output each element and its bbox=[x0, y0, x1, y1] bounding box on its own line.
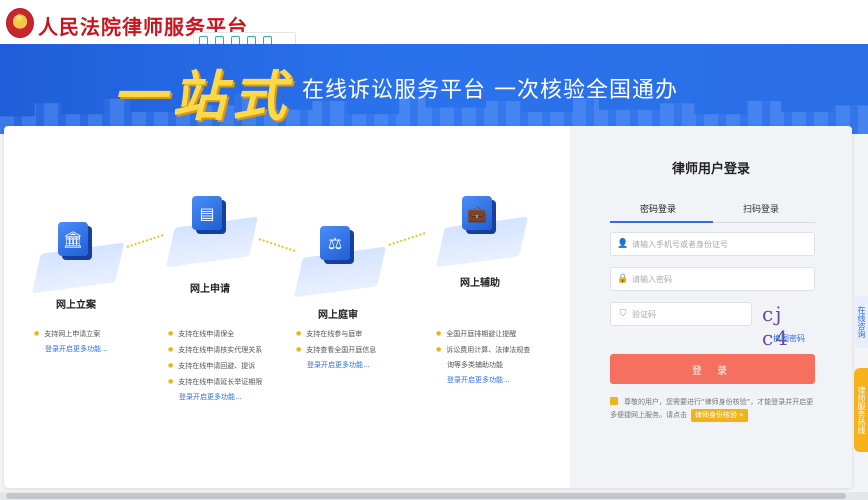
main-card: 🏛 网上立案 支持网上申请立案 登录开启更多功能... ▤ 网上申请 支持在线申… bbox=[4, 126, 852, 488]
phone-id-placeholder: 请输入手机号或者身份证号 bbox=[632, 239, 728, 249]
more-link[interactable]: 登录开启更多功能... bbox=[34, 342, 108, 357]
verify-identity-button[interactable]: 律师身份核验 » bbox=[691, 409, 748, 422]
feature-title-trial[interactable]: 网上庭审 bbox=[318, 306, 358, 321]
feature-list-filing: 支持网上申请立案 登录开启更多功能... bbox=[34, 326, 108, 357]
feature-list-assist: 全国开庭排期避让提醒 诉讼费用计算、法律法规查 询等多类辅助功能 登录开启更多功… bbox=[436, 326, 530, 388]
login-tabs: 密码登录 扫码登录 bbox=[610, 202, 815, 223]
document-icon: ▤ bbox=[192, 196, 222, 230]
agree-checkbox[interactable] bbox=[610, 397, 618, 405]
list-item: 诉讼费用计算、法律法规查 bbox=[436, 342, 530, 358]
more-link[interactable]: 登录开启更多功能... bbox=[296, 358, 376, 373]
login-title: 律师用户登录 bbox=[671, 162, 750, 177]
bank-icon: 🏛 bbox=[58, 222, 88, 256]
online-consult-float[interactable]: 在线咨询 bbox=[854, 296, 868, 348]
horizontal-scrollbar[interactable] bbox=[0, 492, 868, 500]
tab-password-login[interactable]: 密码登录 bbox=[640, 202, 676, 215]
active-tab-indicator bbox=[610, 221, 713, 223]
list-item: 支持查看全国开庭信息 bbox=[296, 342, 376, 358]
captcha-input[interactable]: ⛉ 验证码 bbox=[610, 302, 752, 326]
list-item: 支持在线申请延长举证期限 bbox=[168, 374, 262, 390]
lock-icon: 🔒 bbox=[617, 274, 629, 284]
login-button[interactable]: 登 录 bbox=[610, 354, 815, 384]
list-item: 支持网上申请立案 bbox=[34, 326, 108, 342]
password-input[interactable]: 🔒 请输入密码 bbox=[610, 267, 815, 291]
refresh-captcha-link[interactable]: 换图密码 bbox=[773, 333, 805, 344]
slogan-main: 一站式 bbox=[112, 64, 292, 128]
captcha-placeholder: 验证码 bbox=[632, 309, 656, 319]
tab-scan-login[interactable]: 扫码登录 bbox=[743, 202, 779, 215]
connector-dots bbox=[126, 234, 164, 248]
feature-title-assist[interactable]: 网上辅助 bbox=[460, 274, 500, 289]
feature-title-application[interactable]: 网上申请 bbox=[190, 280, 230, 295]
feature-list-trial: 支持在线参与庭审 支持查看全国开庭信息 登录开启更多功能... bbox=[296, 326, 376, 373]
scrollbar-thumb[interactable] bbox=[6, 493, 846, 499]
more-link[interactable]: 登录开启更多功能... bbox=[436, 373, 530, 388]
list-item: 全国开庭排期避让提醒 bbox=[436, 326, 530, 342]
site-header: 人民法院律师服务平台 bbox=[0, 0, 868, 48]
hotline-float[interactable]: 律师服务热线 bbox=[854, 368, 868, 452]
briefcase-icon: 💼 bbox=[462, 196, 492, 230]
shield-icon: ⛉ bbox=[619, 309, 627, 319]
feature-area: 🏛 网上立案 支持网上申请立案 登录开启更多功能... ▤ 网上申请 支持在线申… bbox=[4, 126, 570, 488]
feature-title-filing[interactable]: 网上立案 bbox=[56, 296, 96, 311]
list-item: 支持在线申请核实代理关系 bbox=[168, 342, 262, 358]
captcha-image[interactable]: cj c4 bbox=[762, 302, 814, 350]
court-emblem-icon bbox=[6, 8, 34, 38]
verification-notice: 尊敬的用户，您需要进行“律师身份核验”，才能登录并开启更多便捷网上服务。请点击律… bbox=[610, 396, 815, 422]
gavel-icon: ⚖ bbox=[320, 226, 350, 260]
phone-id-input[interactable]: 👤 请输入手机号或者身份证号 bbox=[610, 232, 815, 256]
list-item: 支持在线参与庭审 bbox=[296, 326, 376, 342]
password-placeholder: 请输入密码 bbox=[632, 274, 672, 284]
list-item: 支持在线申请保全 bbox=[168, 326, 262, 342]
list-item: 询等多类辅助功能 bbox=[447, 361, 503, 369]
connector-dots bbox=[258, 238, 296, 252]
list-item: 支持在线申请回避、提诉 bbox=[168, 358, 262, 374]
login-panel: 律师用户登录 密码登录 扫码登录 👤 请输入手机号或者身份证号 🔒 请输入密码 … bbox=[570, 126, 852, 488]
user-icon: 👤 bbox=[617, 239, 629, 249]
feature-list-application: 支持在线申请保全 支持在线申请核实代理关系 支持在线申请回避、提诉 支持在线申请… bbox=[168, 326, 262, 405]
hero-banner: 一站式 在线诉讼服务平台 一次核验全国通办 bbox=[0, 44, 868, 134]
connector-dots bbox=[388, 232, 426, 246]
slogan-sub: 在线诉讼服务平台 一次核验全国通办 bbox=[302, 78, 678, 103]
more-link[interactable]: 登录开启更多功能... bbox=[168, 390, 262, 405]
